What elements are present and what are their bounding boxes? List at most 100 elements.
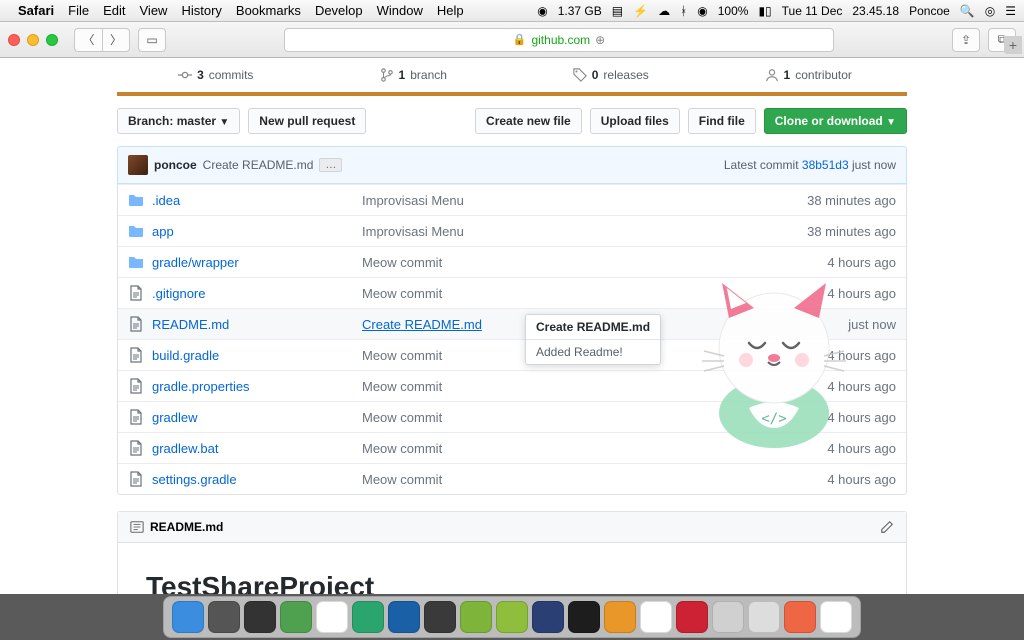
maximize-button[interactable]: [46, 34, 58, 46]
file-name[interactable]: build.gradle: [152, 348, 362, 363]
commit-time: just now: [852, 158, 896, 172]
commit-author[interactable]: poncoe: [154, 158, 197, 172]
minimize-button[interactable]: [27, 34, 39, 46]
summary-releases[interactable]: 0releases: [512, 58, 710, 92]
file-name[interactable]: gradle.properties: [152, 379, 362, 394]
file-name[interactable]: .idea: [152, 193, 362, 208]
tooltip-line2: Added Readme!: [526, 340, 660, 364]
latest-commit-label: Latest commit: [724, 158, 799, 172]
status-time: 23.45.18: [852, 4, 899, 18]
file-time: 4 hours ago: [756, 472, 896, 487]
dock-app[interactable]: [316, 601, 348, 633]
file-row[interactable]: appImprovisasi Menu38 minutes ago: [118, 215, 906, 246]
dock-app[interactable]: [388, 601, 420, 633]
file-name[interactable]: README.md: [152, 317, 362, 332]
status-ram-icon: ◉: [537, 4, 547, 18]
menu-help[interactable]: Help: [437, 3, 464, 18]
file-row[interactable]: settings.gradleMeow commit4 hours ago: [118, 463, 906, 494]
clone-download-button[interactable]: Clone or download ▼: [764, 108, 907, 134]
file-name[interactable]: gradlew: [152, 410, 362, 425]
menu-file[interactable]: File: [68, 3, 89, 18]
window-controls: [8, 34, 58, 46]
person-icon: [765, 68, 779, 82]
menu-view[interactable]: View: [140, 3, 168, 18]
file-time: 38 minutes ago: [756, 224, 896, 239]
menubar-app[interactable]: Safari: [18, 3, 54, 18]
summary-contributors[interactable]: 1contributor: [710, 58, 908, 92]
status-bolt-icon: ⚡: [633, 4, 648, 18]
file-name[interactable]: app: [152, 224, 362, 239]
create-file-button[interactable]: Create new file: [475, 108, 582, 134]
branch-select[interactable]: Branch: master ▼: [117, 108, 240, 134]
page-content: 3commits 1branch 0releases 1contributor …: [0, 58, 1024, 594]
latest-commit-bar: poncoe Create README.md … Latest commit …: [117, 146, 907, 184]
back-button[interactable]: 〈: [74, 28, 102, 52]
status-cloud-icon: ☁: [658, 4, 670, 18]
siri-icon[interactable]: ◎: [985, 4, 995, 18]
dock-app[interactable]: [532, 601, 564, 633]
reader-icon[interactable]: ⊕: [595, 33, 605, 47]
status-battery-pct: 100%: [718, 4, 749, 18]
dock-app[interactable]: [640, 601, 672, 633]
dock-app[interactable]: [820, 601, 852, 633]
new-pull-request-button[interactable]: New pull request: [248, 108, 366, 134]
safari-toolbar: 〈 〉 ▭ 🔒 github.com ⊕ ⇪ ⧉: [0, 22, 1024, 58]
dock-app[interactable]: [280, 601, 312, 633]
avatar[interactable]: [128, 155, 148, 175]
dock-app[interactable]: [496, 601, 528, 633]
commit-tooltip: Create README.md Added Readme!: [525, 314, 661, 365]
dock-app[interactable]: [712, 601, 744, 633]
find-file-button[interactable]: Find file: [688, 108, 756, 134]
dock-app[interactable]: [676, 601, 708, 633]
file-commit-msg[interactable]: Meow commit: [362, 472, 756, 487]
commit-message[interactable]: Create README.md: [203, 158, 314, 172]
lock-icon: 🔒: [513, 33, 527, 46]
file-name[interactable]: gradlew.bat: [152, 441, 362, 456]
edit-readme-button[interactable]: [880, 520, 894, 534]
menu-edit[interactable]: Edit: [103, 3, 125, 18]
file-name[interactable]: .gitignore: [152, 286, 362, 301]
dock-app[interactable]: [352, 601, 384, 633]
pencil-icon: [880, 520, 894, 534]
file-name[interactable]: gradle/wrapper: [152, 255, 362, 270]
commit-sha[interactable]: 38b51d3: [802, 158, 849, 172]
status-battery-icon: ▮▯: [758, 4, 771, 18]
menu-window[interactable]: Window: [377, 3, 423, 18]
dock-app[interactable]: [172, 601, 204, 633]
dock-app[interactable]: [748, 601, 780, 633]
file-time: 38 minutes ago: [756, 193, 896, 208]
file-name[interactable]: settings.gradle: [152, 472, 362, 487]
file-commit-msg[interactable]: Improvisasi Menu: [362, 224, 756, 239]
upload-files-button[interactable]: Upload files: [590, 108, 680, 134]
file-row[interactable]: .ideaImprovisasi Menu38 minutes ago: [118, 184, 906, 215]
url-bar[interactable]: 🔒 github.com ⊕: [284, 28, 834, 52]
close-button[interactable]: [8, 34, 20, 46]
dock-app[interactable]: [784, 601, 816, 633]
dock-app[interactable]: [568, 601, 600, 633]
commit-ellipsis[interactable]: …: [319, 158, 342, 172]
dock-app[interactable]: [604, 601, 636, 633]
summary-branches[interactable]: 1branch: [315, 58, 513, 92]
dock-app[interactable]: [244, 601, 276, 633]
svg-text:</>: </>: [761, 411, 786, 427]
menu-bookmarks[interactable]: Bookmarks: [236, 3, 301, 18]
dock: [163, 596, 861, 638]
sidebar-button[interactable]: ▭: [138, 28, 166, 52]
forward-button[interactable]: 〉: [102, 28, 130, 52]
status-ram: 1.37 GB: [558, 4, 602, 18]
file-commit-msg[interactable]: Improvisasi Menu: [362, 193, 756, 208]
status-wifi-icon: ◉: [697, 4, 707, 18]
dock-app[interactable]: [208, 601, 240, 633]
status-user[interactable]: Poncoe: [909, 4, 950, 18]
dock-app[interactable]: [460, 601, 492, 633]
menu-history[interactable]: History: [181, 3, 221, 18]
notification-center-icon[interactable]: ☰: [1005, 4, 1016, 18]
dock-app[interactable]: [424, 601, 456, 633]
menu-develop[interactable]: Develop: [315, 3, 363, 18]
status-bluetooth-icon: ᚼ: [680, 4, 687, 18]
new-tab-button[interactable]: +: [1004, 36, 1022, 54]
mascot-cat: </>: [674, 258, 874, 458]
spotlight-icon[interactable]: 🔍: [960, 4, 975, 18]
summary-commits[interactable]: 3commits: [117, 58, 315, 92]
share-button[interactable]: ⇪: [952, 28, 980, 52]
